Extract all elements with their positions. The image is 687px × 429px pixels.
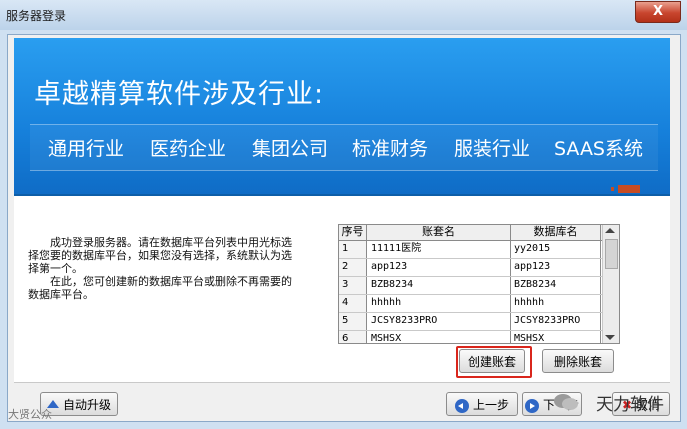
industry-item: 医药企业	[150, 138, 227, 160]
arrow-right-icon	[524, 398, 539, 413]
arrow-left-icon	[454, 398, 469, 413]
industry-banner: 卓越精算软件涉及行业: 通用行业 医药企业 集团公司 标准财务 服装行业 SAA…	[14, 38, 670, 196]
cell-account: app123	[367, 259, 511, 276]
vertical-scrollbar[interactable]	[602, 225, 619, 343]
instruction-para-1: 成功登录服务器。请在数据库平台列表中用光标选择您要的数据库平台，如果您没有选择，…	[28, 236, 292, 275]
title-bar: 服务器登录 X	[0, 0, 687, 30]
window-title: 服务器登录	[6, 9, 67, 23]
table-row[interactable]: 5 JCSY8233PRO JCSY8233PRO	[339, 313, 619, 331]
cell-no: 1	[339, 241, 367, 258]
industry-item: SAAS系统	[554, 138, 643, 160]
cell-db: MSHSX	[511, 331, 601, 343]
create-account-set-button[interactable]: 创建账套	[459, 349, 525, 373]
scroll-up-arrow-icon[interactable]	[605, 228, 615, 233]
auto-upgrade-label: 自动升级	[62, 398, 111, 412]
close-button[interactable]: X	[635, 1, 681, 23]
col-header-no[interactable]: 序号	[339, 225, 367, 240]
cell-account: JCSY8233PRO	[367, 313, 511, 330]
cell-db: BZB8234	[511, 277, 601, 294]
cell-account: BZB8234	[367, 277, 511, 294]
cell-db: hhhhh	[511, 295, 601, 312]
banner-headline: 卓越精算软件涉及行业:	[34, 79, 325, 110]
cell-no: 3	[339, 277, 367, 294]
cell-no: 6	[339, 331, 367, 343]
industry-item: 集团公司	[252, 138, 329, 160]
footer-divider	[14, 382, 670, 383]
cell-no: 5	[339, 313, 367, 330]
industry-item: 服装行业	[454, 138, 531, 160]
table-row[interactable]: 2 app123 app123	[339, 259, 619, 277]
table-row[interactable]: 3 BZB8234 BZB8234	[339, 277, 619, 295]
col-header-db[interactable]: 数据库名	[511, 225, 601, 240]
prev-label: 上一步	[472, 398, 509, 412]
industry-bar: 通用行业 医药企业 集团公司 标准财务 服装行业 SAAS系统	[30, 124, 658, 171]
table-row[interactable]: 4 hhhhh hhhhh	[339, 295, 619, 313]
instruction-para-2: 在此，您可创建新的数据库平台或删除不再需要的数据库平台。	[28, 275, 292, 301]
cell-db: yy2015	[511, 241, 601, 258]
account-set-table[interactable]: 序号 账套名 数据库名 1 11111医院 yy2015 2 app123 ap…	[338, 224, 620, 344]
pager-indicator	[618, 185, 640, 193]
scroll-down-arrow-icon[interactable]	[605, 335, 615, 340]
cell-account: hhhhh	[367, 295, 511, 312]
cell-no: 4	[339, 295, 367, 312]
table-row[interactable]: 6 MSHSX MSHSX	[339, 331, 619, 343]
scroll-thumb[interactable]	[605, 239, 618, 269]
table-header: 序号 账套名 数据库名	[339, 225, 619, 241]
corner-watermark: 大贤公众	[8, 408, 52, 421]
delete-account-set-button[interactable]: 删除账套	[542, 349, 614, 373]
wechat-icon	[554, 394, 578, 410]
industry-item: 标准财务	[352, 138, 429, 160]
col-header-account[interactable]: 账套名	[367, 225, 511, 240]
pager-dot	[611, 187, 614, 191]
prev-button[interactable]: 上一步	[446, 392, 518, 416]
brand-watermark: 天力软件	[596, 395, 664, 415]
table-row[interactable]: 1 11111医院 yy2015	[339, 241, 619, 259]
cell-account: MSHSX	[367, 331, 511, 343]
cell-no: 2	[339, 259, 367, 276]
cell-db: JCSY8233PRO	[511, 313, 601, 330]
cell-db: app123	[511, 259, 601, 276]
cell-account: 11111医院	[367, 241, 511, 258]
instruction-text: 成功登录服务器。请在数据库平台列表中用光标选择您要的数据库平台，如果您没有选择，…	[28, 236, 298, 301]
industry-item: 通用行业	[48, 138, 125, 160]
